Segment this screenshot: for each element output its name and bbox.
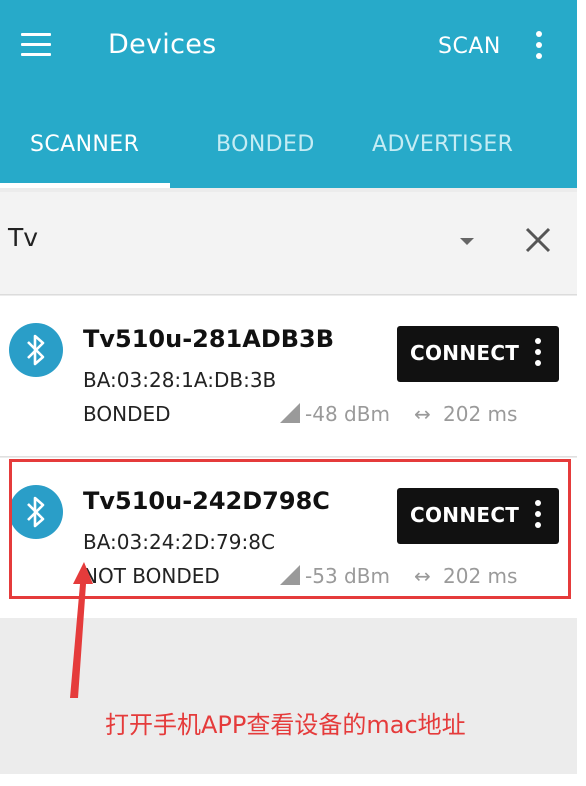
- app-screen: Devices SCAN SCANNER BONDED ADVERTISER T…: [0, 0, 577, 774]
- annotation-caption: 打开手机APP查看设备的mac地址: [105, 711, 466, 739]
- annotation-arrow: [70, 562, 93, 698]
